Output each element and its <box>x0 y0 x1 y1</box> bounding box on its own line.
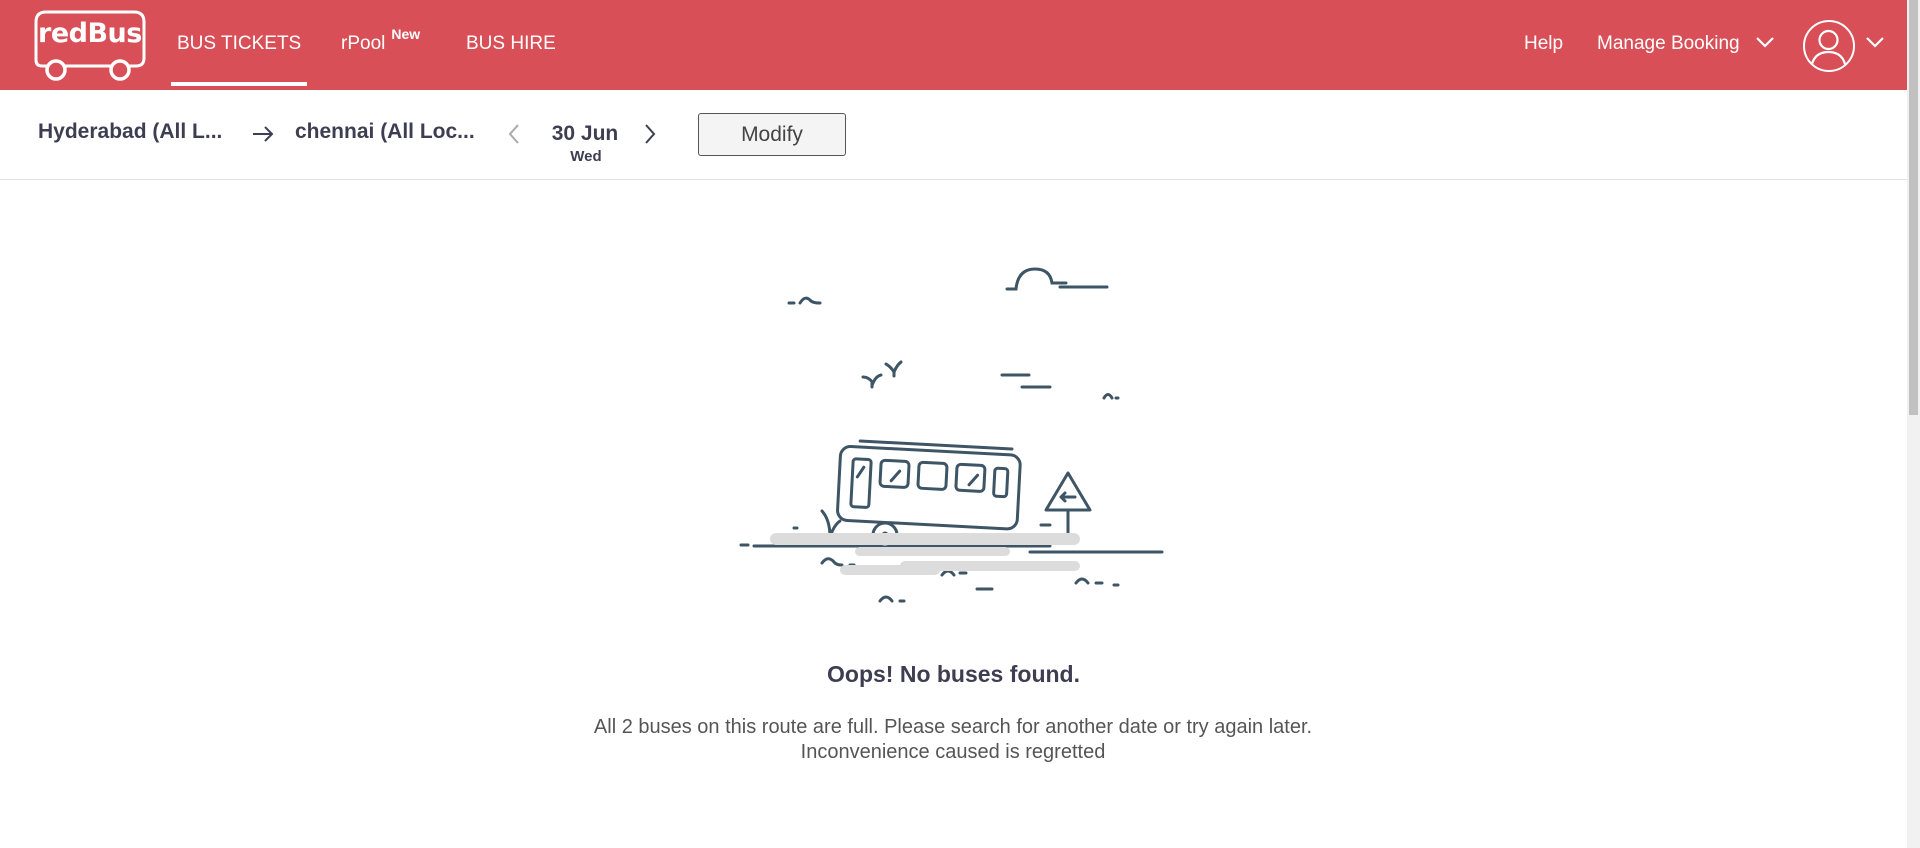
search-summary-bar: Hyderabad (All L... chennai (All Loc... … <box>0 90 1907 180</box>
chevron-right-icon[interactable] <box>643 123 657 145</box>
manage-booking-label: Manage Booking <box>1597 33 1740 54</box>
top-header: redBus BUS TICKETS rPool New BUS HIRE Hel… <box>0 0 1907 90</box>
journey-day: Wed <box>570 148 602 165</box>
scrollbar-thumb[interactable] <box>1909 0 1918 415</box>
no-bus-illustration <box>739 267 1164 603</box>
destination-city[interactable]: chennai (All Loc... <box>295 120 475 144</box>
chevron-down-icon <box>1756 37 1774 48</box>
new-badge: New <box>391 26 421 42</box>
user-icon <box>1809 29 1848 69</box>
chevron-left-icon[interactable] <box>507 123 521 145</box>
no-buses-message: All 2 buses on this route are full. Plea… <box>593 716 1313 763</box>
logo-text: redBus <box>38 18 142 49</box>
manage-booking-menu[interactable]: Manage Booking <box>1597 0 1775 88</box>
page: redBus BUS TICKETS rPool New BUS HIRE Hel… <box>0 0 1920 848</box>
nav-bus-hire[interactable]: BUS HIRE <box>466 0 556 90</box>
vertical-scrollbar[interactable] <box>1907 0 1920 848</box>
account-chevron-down-icon[interactable] <box>1865 36 1885 48</box>
redbus-logo[interactable]: redBus <box>30 8 148 84</box>
nav-bus-tickets[interactable]: BUS TICKETS <box>170 0 308 90</box>
source-city[interactable]: Hyderabad (All L... <box>38 120 222 144</box>
nav-rpool[interactable]: rPool New <box>341 0 420 90</box>
nav-rpool-label: rPool <box>341 33 386 54</box>
arrow-right-icon <box>253 126 274 142</box>
modify-button[interactable]: Modify <box>698 113 846 156</box>
journey-date[interactable]: 30 Jun <box>540 122 630 146</box>
help-link[interactable]: Help <box>1524 0 1563 88</box>
no-buses-title: Oops! No buses found. <box>827 661 1080 687</box>
user-avatar[interactable] <box>1803 20 1855 72</box>
